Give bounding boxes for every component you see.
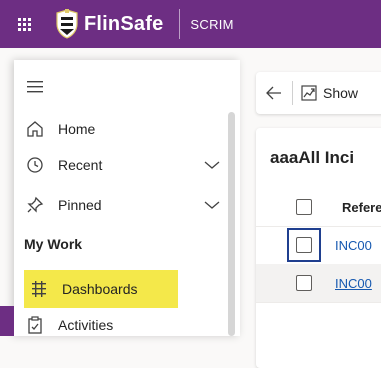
row-checkbox[interactable] (296, 237, 312, 253)
row-checkbox[interactable] (296, 275, 312, 291)
sidebar-item-label: Home (58, 121, 96, 137)
app-name[interactable]: SCRIM (190, 17, 233, 32)
clock-icon (24, 154, 46, 176)
main-content: Show aaaAll Inci Refere INC00 INC00 (240, 48, 381, 368)
grid-header: Refere (256, 188, 381, 227)
sidebar-item-pinned[interactable]: Pinned (20, 186, 230, 224)
command-bar: Show (256, 72, 381, 114)
show-chart-button[interactable]: Show (301, 85, 358, 101)
sidebar-item-label: Dashboards (62, 281, 138, 297)
brand-name: FlinSafe (84, 12, 164, 35)
sidebar-item-dashboards[interactable]: Dashboards (24, 270, 178, 308)
sidebar-item-label: Recent (58, 157, 103, 173)
sidebar: Home Recent Pinned My Work Dashboards Ac… (14, 60, 240, 336)
pin-icon (24, 194, 46, 216)
view-title[interactable]: aaaAll Inci (270, 148, 354, 168)
topbar-divider (179, 9, 181, 39)
sidebar-menu-toggle[interactable] (20, 68, 230, 106)
chevron-down-icon[interactable] (204, 197, 220, 213)
dashboard-icon (28, 278, 50, 300)
bottom-app-strip (0, 306, 14, 336)
section-heading-my-work: My Work (24, 236, 83, 252)
sidebar-item-recent[interactable]: Recent (20, 146, 230, 184)
table-row[interactable]: INC00 (256, 264, 381, 303)
show-label: Show (323, 85, 359, 101)
clipboard-icon (24, 314, 46, 336)
view-grid-card: aaaAll Inci Refere INC00 INC00 (256, 128, 381, 368)
university-logo-icon (56, 9, 78, 39)
sidebar-item-label: Pinned (58, 197, 102, 213)
waffle-icon (17, 17, 31, 31)
top-app-bar: FlinSafe SCRIM (0, 0, 381, 48)
app-launcher-button[interactable] (0, 0, 48, 48)
chevron-down-icon[interactable] (204, 157, 220, 173)
row-checkbox-wrapper (287, 228, 321, 262)
table-row[interactable]: INC00 (256, 226, 381, 265)
reference-link[interactable]: INC00 (335, 276, 372, 291)
commandbar-divider (292, 81, 293, 105)
brand[interactable]: FlinSafe (48, 0, 175, 48)
sidebar-item-home[interactable]: Home (20, 110, 230, 148)
sidebar-item-label: Activities (58, 317, 114, 333)
reference-link[interactable]: INC00 (335, 238, 372, 253)
row-checkbox-wrapper (289, 268, 319, 298)
home-icon (24, 118, 46, 140)
back-arrow-icon (266, 86, 281, 100)
chart-icon (301, 85, 317, 101)
select-all-checkbox[interactable] (296, 199, 312, 215)
back-button[interactable] (256, 86, 292, 100)
column-header-reference[interactable]: Refere (342, 200, 381, 215)
hamburger-icon (24, 76, 46, 98)
sidebar-item-activities[interactable]: Activities (20, 306, 230, 344)
sidebar-scrollbar[interactable] (228, 112, 235, 336)
